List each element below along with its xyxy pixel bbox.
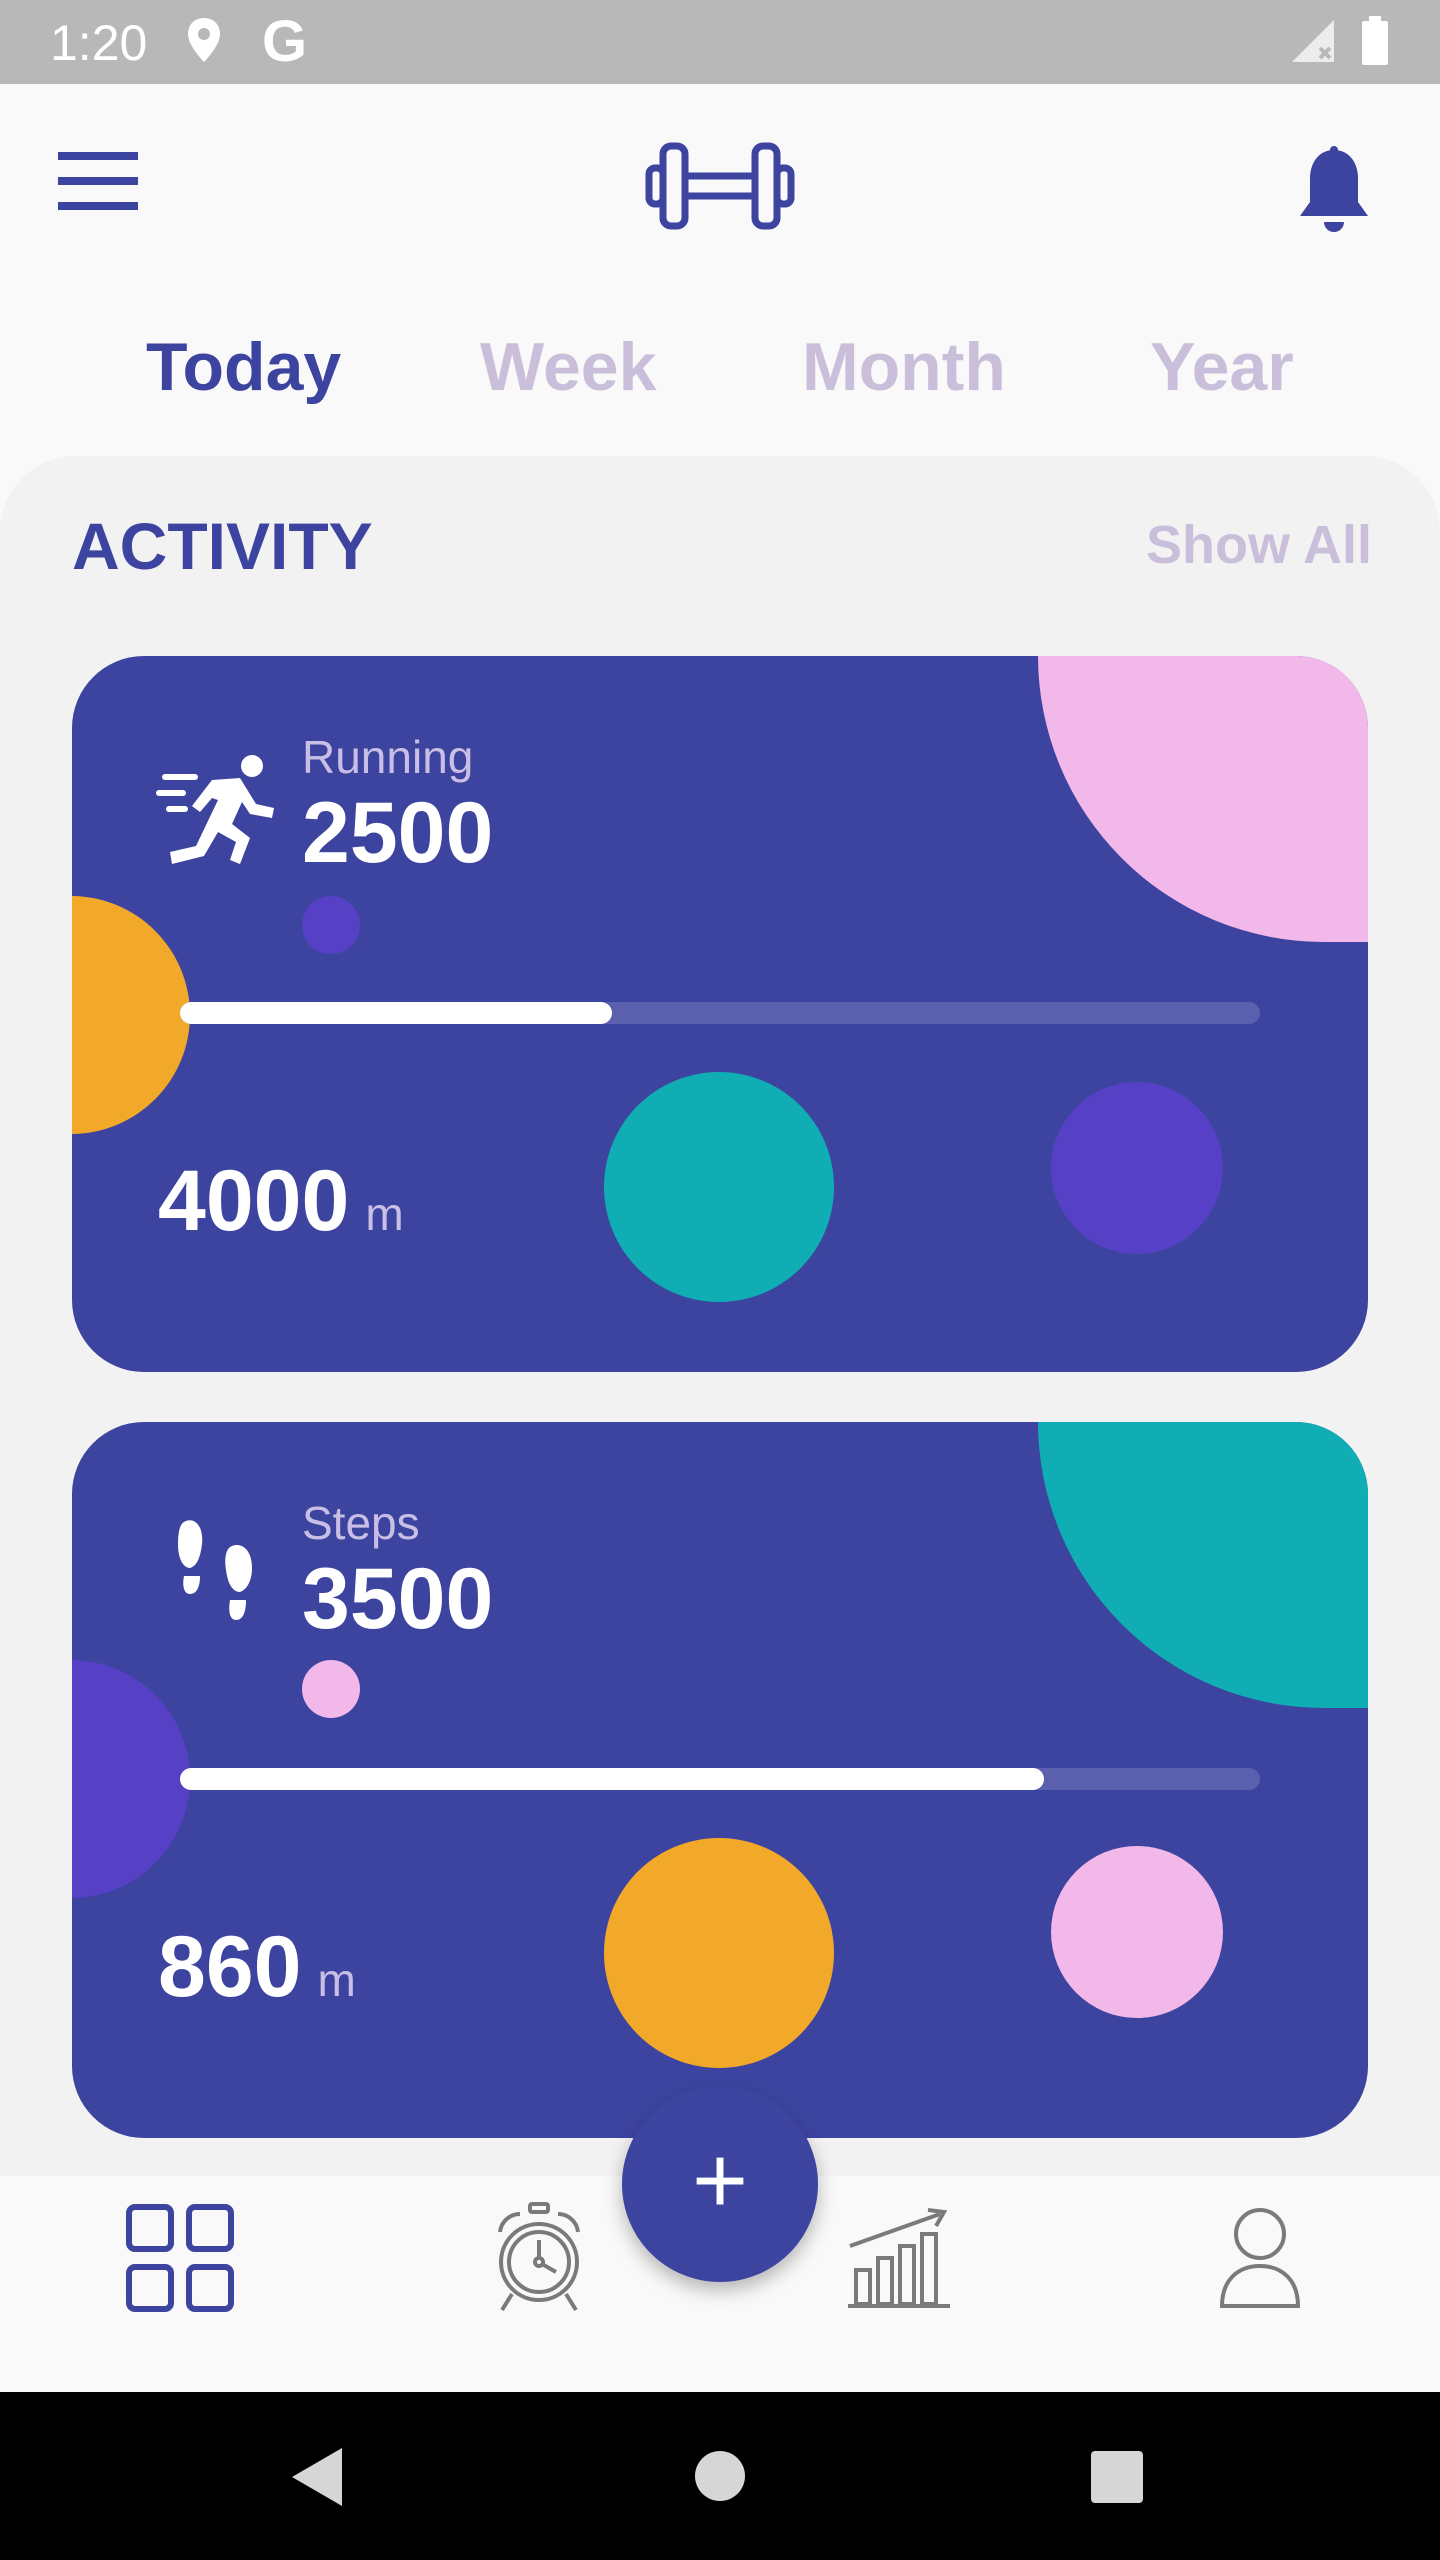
bell-icon[interactable] [1296,146,1372,243]
card-dot [302,896,360,954]
home-icon[interactable] [694,2450,746,2507]
card-decoration [1038,1422,1368,1708]
menu-icon[interactable] [58,152,138,210]
battery-icon [1360,16,1390,71]
progress-track [180,1002,1260,1024]
activity-value: 3500 [302,1551,494,1647]
distance-value: 860 [158,1919,302,2015]
tab-year[interactable]: Year [1150,328,1294,406]
activity-value: 2500 [302,785,494,881]
progress-fill [180,1768,1044,1790]
card-decoration [1051,1082,1223,1254]
grid-icon[interactable] [126,2204,234,2317]
activity-title: ACTIVITY [72,509,373,583]
running-icon [156,752,280,873]
steps-card[interactable]: Steps 3500 860 m [72,1422,1368,2138]
status-time: 1:20 [50,15,148,71]
running-card[interactable]: Running 2500 4000 m [72,656,1368,1372]
add-activity-button[interactable]: + [622,2086,818,2282]
card-decoration [1038,656,1368,942]
alarm-clock-icon[interactable] [494,2202,584,2319]
tab-month[interactable]: Month [802,328,1006,406]
tab-today[interactable]: Today [146,328,341,406]
distance-unit: m [317,1954,356,2006]
show-all-link[interactable]: Show All [1146,514,1372,576]
signal-icon [1290,18,1336,69]
distance-readout: 4000 m [158,1152,404,1251]
footprints-icon [176,1516,256,1637]
card-decoration [1051,1846,1223,2018]
dumbbell-icon [645,138,795,239]
location-icon [186,16,222,69]
card-decoration [72,1660,190,1898]
google-g-icon: G [262,9,308,74]
card-dot [302,1660,360,1718]
recents-icon[interactable] [1090,2450,1144,2509]
back-icon[interactable] [290,2446,344,2513]
chart-icon[interactable] [846,2206,952,2313]
activity-label: Running [302,731,474,783]
distance-readout: 860 m [158,1918,356,2017]
progress-fill [180,1002,612,1024]
card-decoration [72,896,190,1134]
activity-label: Steps [302,1497,420,1549]
tab-week[interactable]: Week [480,328,656,406]
profile-icon[interactable] [1218,2206,1302,2315]
distance-unit: m [365,1188,404,1240]
card-decoration [604,1072,834,1302]
card-decoration [604,1838,834,2068]
progress-track [180,1768,1260,1790]
distance-value: 4000 [158,1153,350,1249]
